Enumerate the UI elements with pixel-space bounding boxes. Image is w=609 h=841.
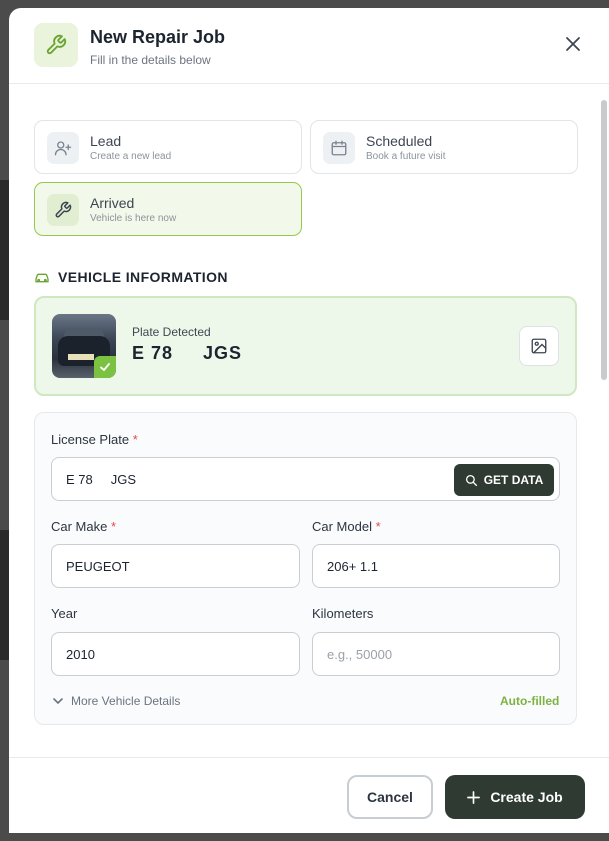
job-type-title: Lead bbox=[90, 133, 122, 149]
chevron-down-icon bbox=[53, 698, 63, 705]
more-details-label: More Vehicle Details bbox=[71, 694, 181, 708]
more-vehicle-details-toggle[interactable]: More Vehicle Details bbox=[53, 694, 180, 708]
kilometers-label: Kilometers bbox=[312, 606, 374, 621]
vehicle-form: License Plate * E 78 JGS GET DATA Car Ma… bbox=[34, 412, 577, 725]
new-repair-job-modal: New Repair Job Fill in the details below… bbox=[9, 8, 609, 833]
car-model-label: Car Model * bbox=[312, 519, 381, 534]
scrollbar[interactable] bbox=[601, 100, 607, 380]
check-icon bbox=[94, 356, 116, 378]
get-data-button[interactable]: GET DATA bbox=[454, 464, 554, 496]
vehicle-section-heading: VEHICLE INFORMATION bbox=[34, 269, 228, 285]
required-marker: * bbox=[132, 432, 138, 447]
modal-footer: Cancel Create Job bbox=[9, 757, 609, 833]
wrench-icon bbox=[47, 194, 79, 226]
close-icon[interactable] bbox=[561, 32, 585, 56]
car-make-label: Car Make * bbox=[51, 519, 117, 534]
kilometers-input[interactable]: e.g., 50000 bbox=[312, 632, 560, 676]
year-input[interactable]: 2010 bbox=[51, 632, 300, 676]
job-type-subtitle: Book a future visit bbox=[366, 151, 446, 162]
plate-detected-value: E 78 JGS bbox=[132, 343, 243, 363]
get-data-label: GET DATA bbox=[483, 473, 544, 487]
job-type-title: Arrived bbox=[90, 195, 135, 211]
background-panel bbox=[0, 180, 9, 320]
calendar-icon bbox=[323, 132, 355, 164]
create-job-label: Create Job bbox=[490, 789, 563, 805]
user-plus-icon bbox=[47, 132, 79, 164]
search-icon bbox=[465, 474, 477, 486]
job-type-subtitle: Vehicle is here now bbox=[90, 213, 177, 224]
plate-detected-label: Plate Detected bbox=[132, 325, 211, 339]
job-type-subtitle: Create a new lead bbox=[90, 151, 172, 162]
required-marker: * bbox=[110, 519, 117, 534]
job-type-scheduled[interactable]: Scheduled Book a future visit bbox=[310, 120, 578, 174]
job-type-arrived[interactable]: Arrived Vehicle is here now bbox=[34, 182, 302, 236]
modal-header: New Repair Job Fill in the details below bbox=[9, 8, 609, 84]
license-plate-label: License Plate * bbox=[51, 432, 138, 447]
job-type-title: Scheduled bbox=[366, 133, 433, 149]
wrench-icon bbox=[34, 23, 78, 67]
create-job-button[interactable]: Create Job bbox=[445, 775, 585, 819]
car-model-input[interactable]: 206+ 1.1 bbox=[312, 544, 560, 588]
background-panel bbox=[0, 530, 9, 660]
vehicle-photo[interactable] bbox=[52, 314, 116, 378]
cancel-button[interactable]: Cancel bbox=[347, 775, 433, 819]
year-label: Year bbox=[51, 606, 78, 621]
auto-filled-badge: Auto-filled bbox=[500, 694, 560, 708]
job-type-lead[interactable]: Lead Create a new lead bbox=[34, 120, 302, 174]
required-marker: * bbox=[375, 519, 381, 534]
modal-body: Lead Create a new lead Scheduled Book a … bbox=[9, 85, 609, 757]
modal-title: New Repair Job bbox=[90, 27, 226, 47]
car-icon bbox=[35, 273, 49, 283]
section-title: VEHICLE INFORMATION bbox=[58, 269, 228, 285]
modal-subtitle: Fill in the details below bbox=[90, 53, 211, 67]
plate-detected-card: Plate Detected E 78 JGS bbox=[34, 296, 577, 396]
image-icon[interactable] bbox=[519, 326, 559, 366]
car-make-input[interactable]: PEUGEOT bbox=[51, 544, 300, 588]
plus-icon bbox=[467, 790, 481, 804]
